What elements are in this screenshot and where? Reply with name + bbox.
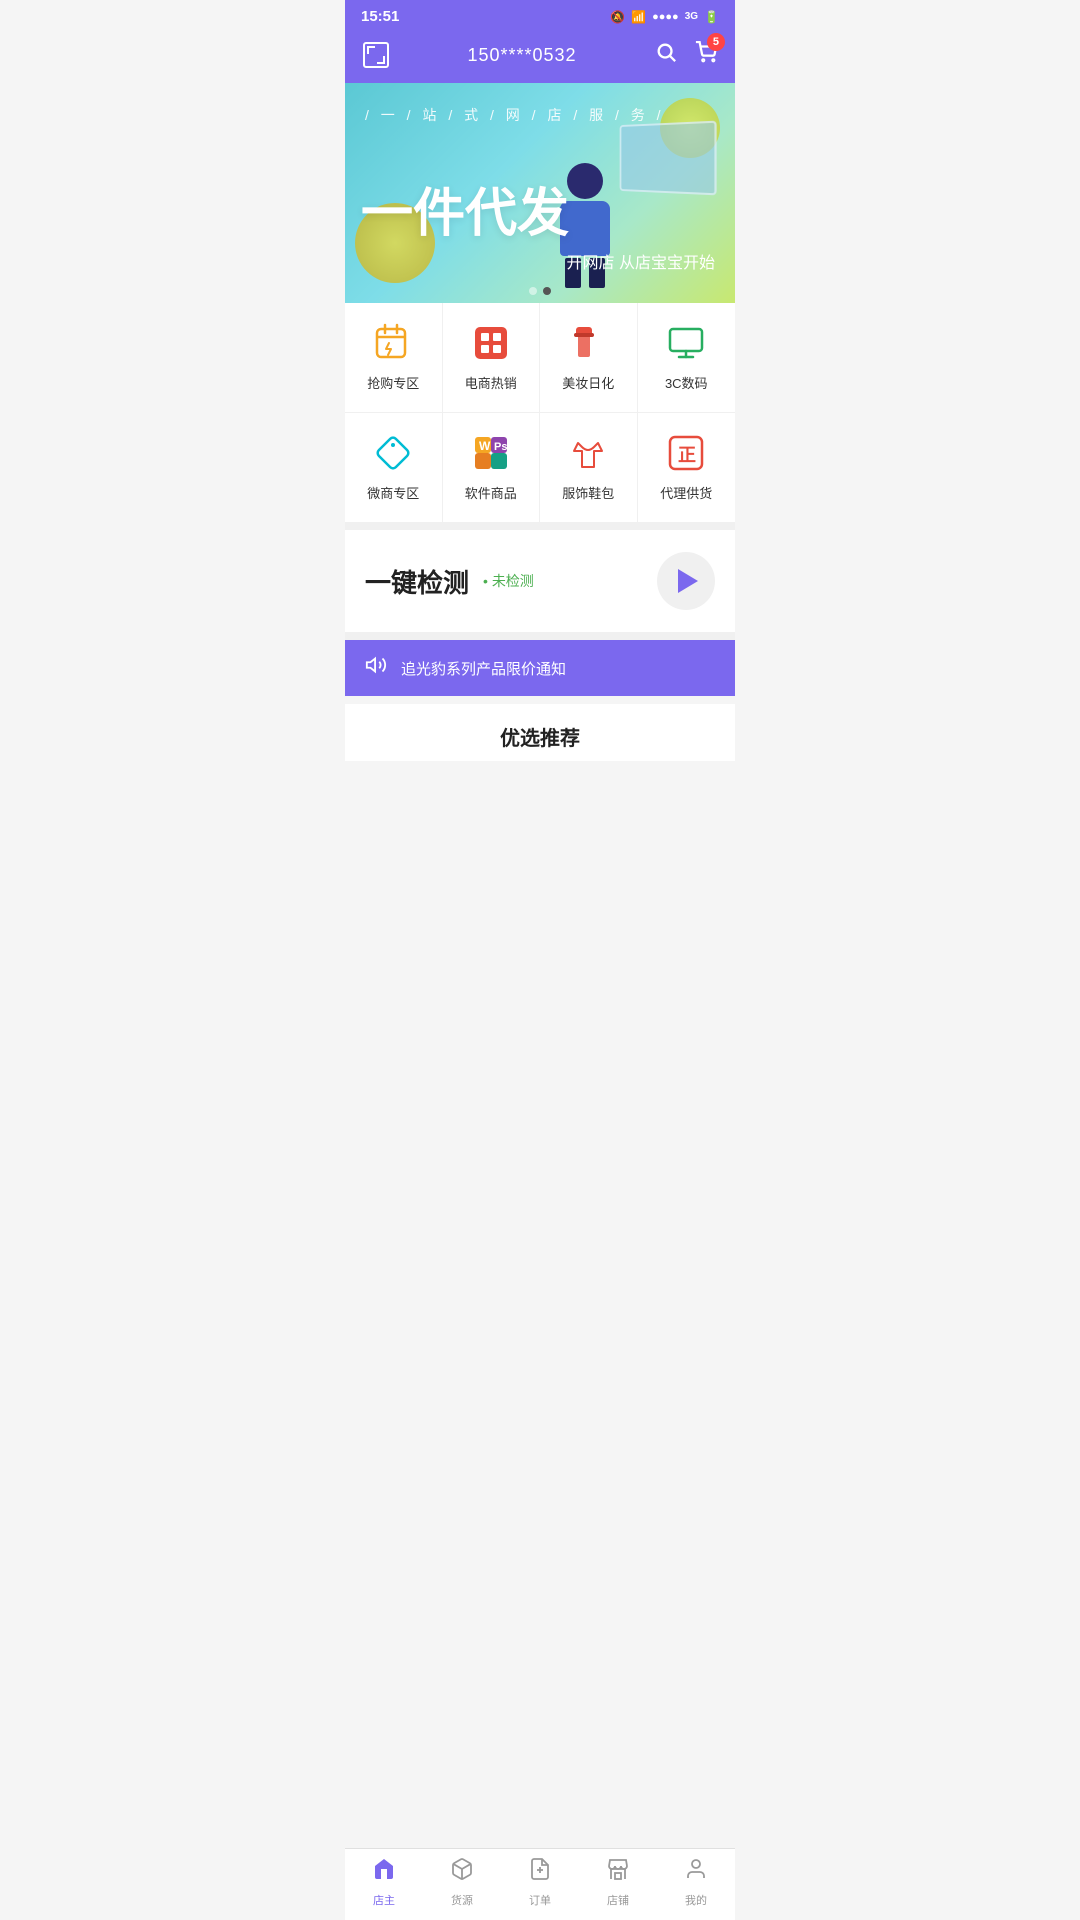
detection-status: • 未检测 [483,571,534,591]
category-label-flash-sale: 抢购专区 [367,373,419,392]
nav-item-supply[interactable]: 货源 [432,1857,492,1908]
status-bar: 15:51 🔕 📶 ●●●● 3G 🔋 [345,0,735,31]
nav-label-profile: 我的 [685,1892,707,1908]
detection-dot: • [483,573,488,589]
scan-icon[interactable] [363,42,389,68]
header: 150****0532 5 [345,31,735,83]
category-label-beauty: 美妆日化 [562,373,614,392]
banner-main-text: 一件代发 [361,186,569,243]
play-button[interactable] [657,552,715,610]
section-title-text: 优选推荐 [500,728,580,750]
category-label-software: 软件商品 [465,483,517,502]
battery-icon: 🔋 [704,10,719,24]
detection-status-text: 未检测 [492,573,534,589]
nav-item-orders[interactable]: 订单 [510,1857,570,1908]
account-number: 150****0532 [467,45,576,66]
supply-icon: 正 [666,433,706,473]
nav-label-supply: 货源 [451,1892,473,1908]
order-icon [528,1857,552,1888]
signal-icon: ●●●● [652,11,679,23]
beauty-icon [568,323,608,363]
announce-icon [365,654,387,682]
section-title-recommended: 优选推荐 [345,704,735,761]
detection-section: 一键检测 • 未检测 [345,530,735,640]
category-label-ecommerce: 电商热销 [465,373,517,392]
wifi-icon: 📶 [631,10,646,24]
search-icon[interactable] [655,41,677,69]
category-label-fashion: 服饰鞋包 [562,483,614,502]
category-label-supply: 代理供货 [660,483,712,502]
cart-icon[interactable]: 5 [695,41,717,69]
home-icon [372,1857,396,1888]
category-item-ecommerce[interactable]: 电商热销 [443,303,541,413]
banner-sub-text: 开网店 从店宝宝开始 [567,249,715,273]
bottom-navigation: 店主 货源 订单 [345,1848,735,1920]
announce-text: 追光豹系列产品限价通知 [401,658,566,679]
store-icon [606,1857,630,1888]
nav-item-store[interactable]: 店铺 [588,1857,648,1908]
category-grid: 抢购专区 电商热销 美妆日化 3C数码 [345,303,735,530]
banner-dots [529,287,551,295]
banner: / 一 / 站 / 式 / 网 / 店 / 服 / 务 / 一件代发 开网店 从… [345,83,735,303]
category-label-wechat: 微商专区 [367,483,419,502]
flash-sale-icon [373,323,413,363]
cart-badge: 5 [707,33,725,51]
software-icon: W Ps [471,433,511,473]
detection-title: 一键检测 [365,563,469,600]
nav-item-home[interactable]: 店主 [354,1857,414,1908]
svg-text:Ps: Ps [494,441,507,453]
figure-head [567,163,603,199]
box-icon [450,1857,474,1888]
status-icons: 🔕 📶 ●●●● 3G 🔋 [610,10,719,24]
fashion-icon [568,433,608,473]
category-item-beauty[interactable]: 美妆日化 [540,303,638,413]
play-triangle-icon [678,569,698,593]
wechat-icon [373,433,413,473]
category-item-software[interactable]: W Ps 软件商品 [443,413,541,522]
nav-item-profile[interactable]: 我的 [666,1857,726,1908]
category-item-wechat[interactable]: 微商专区 [345,413,443,522]
network-icon: 3G [685,11,698,22]
category-label-3c: 3C数码 [665,373,708,392]
user-icon [684,1857,708,1888]
header-actions: 5 [655,41,717,69]
nav-label-store: 店铺 [607,1892,629,1908]
category-item-fashion[interactable]: 服饰鞋包 [540,413,638,522]
detection-left: 一键检测 • 未检测 [365,563,534,600]
nav-label-orders: 订单 [529,1892,551,1908]
category-item-3c[interactable]: 3C数码 [638,303,736,413]
3c-icon [666,323,706,363]
category-item-flash-sale[interactable]: 抢购专区 [345,303,443,413]
banner-dot-2[interactable] [543,287,551,295]
nav-label-home: 店主 [373,1892,395,1908]
announcement-bar: 追光豹系列产品限价通知 [345,640,735,696]
ecommerce-icon [471,323,511,363]
svg-text:正: 正 [678,445,696,465]
status-time: 15:51 [361,8,399,25]
category-item-supply[interactable]: 正 代理供货 [638,413,736,522]
svg-text:W: W [479,439,491,453]
banner-dot-1[interactable] [529,287,537,295]
mute-icon: 🔕 [610,10,625,24]
